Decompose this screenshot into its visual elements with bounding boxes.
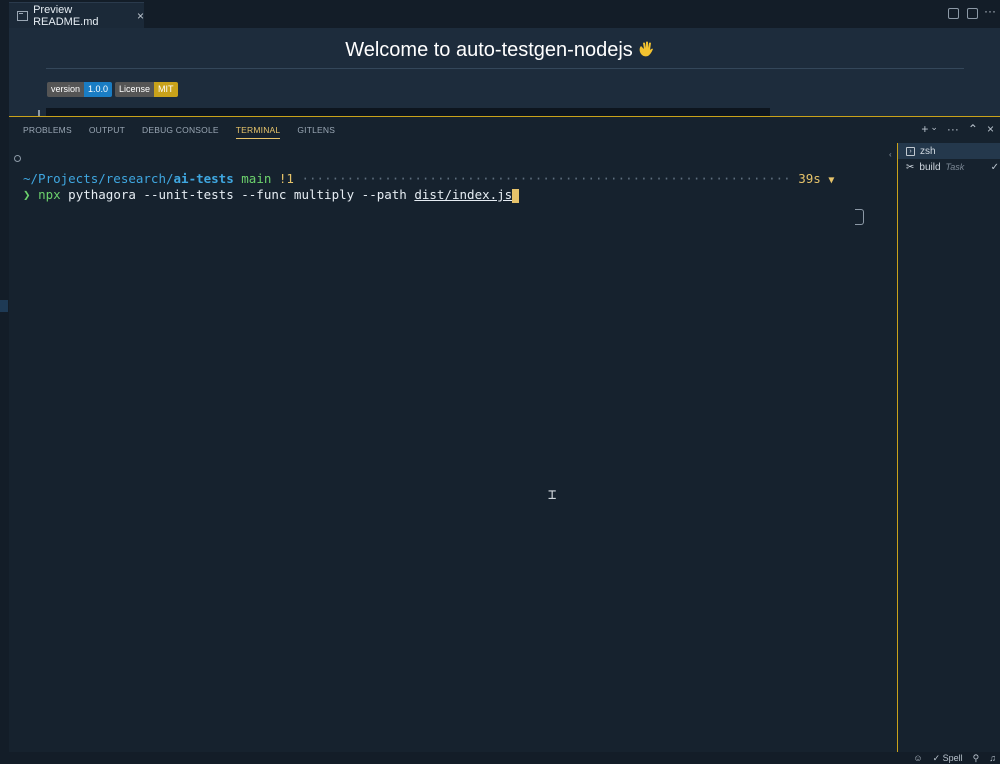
prompt-status-icon	[14, 155, 21, 162]
preview-heading: Welcome to auto-testgen-nodejs	[0, 38, 1000, 62]
code-block	[46, 108, 770, 116]
bell-icon[interactable]: ♫	[989, 753, 996, 763]
tools-icon: ✂	[906, 161, 915, 173]
prompt-filler: ········································…	[301, 171, 791, 186]
preview-icon	[17, 10, 29, 21]
more-icon[interactable]: ···	[947, 122, 959, 136]
terminal-item-zsh[interactable]: › zsh	[898, 143, 1000, 159]
command-duration: 39s	[798, 171, 821, 186]
new-terminal-icon[interactable]: +	[921, 122, 928, 136]
terminal-view[interactable]: ~/Projects/research/ai-tests main !1 ···…	[9, 147, 897, 751]
tab-terminal[interactable]: TERMINAL	[235, 125, 281, 139]
copilot-icon[interactable]: ☺	[913, 753, 922, 763]
badge-label: version	[47, 82, 85, 97]
close-panel-icon[interactable]: ×	[987, 122, 994, 136]
terminal-item-build[interactable]: ✂ build Task ✓	[898, 159, 1000, 175]
command-line[interactable]: ❯ npx pythagora --unit-tests --func mult…	[23, 187, 520, 203]
terminal-icon: ›	[906, 146, 915, 156]
command-npx: npx	[38, 187, 61, 202]
bottom-panel: PROBLEMS OUTPUT DEBUG CONSOLE TERMINAL G…	[9, 116, 1000, 753]
prompt-line: ~/Projects/research/ai-tests main !1 ···…	[23, 171, 873, 186]
collapse-icon[interactable]: ‹	[889, 150, 892, 159]
maximize-icon[interactable]: ⌃	[968, 122, 978, 136]
feedback-icon[interactable]: ⚲	[973, 753, 980, 764]
prompt-chevron: ❯	[23, 187, 31, 202]
panel-actions: + ⌄ ··· ⌃ ×	[921, 122, 994, 136]
terminal-list: ‹ › zsh ✂ build Task ✓	[889, 143, 1000, 753]
tab-output[interactable]: OUTPUT	[89, 125, 125, 139]
terminal-item-name: build	[919, 161, 941, 173]
terminal-cursor	[512, 188, 520, 203]
prompt-right-marker	[855, 209, 864, 225]
split-editor-icon[interactable]	[967, 8, 978, 19]
editor-tab-bar: Preview README.md × ···	[0, 0, 1000, 28]
badge-value: MIT	[154, 82, 178, 97]
git-status: !1	[278, 171, 294, 186]
license-badge[interactable]: License MIT	[115, 82, 178, 97]
tab-preview-readme[interactable]: Preview README.md ×	[9, 2, 144, 28]
badge-value: 1.0.0	[84, 82, 113, 97]
tab-gitlens[interactable]: GITLENS	[297, 125, 335, 139]
check-icon: ✓	[990, 161, 999, 173]
tab-debug-console[interactable]: DEBUG CONSOLE	[142, 125, 219, 139]
gutter-marker	[0, 300, 8, 312]
badge-label: License	[115, 82, 155, 97]
prompt-path: ~/Projects/research/	[23, 171, 174, 186]
text-cursor-icon: ⌶	[548, 487, 557, 503]
close-icon[interactable]: ×	[137, 9, 144, 23]
heading-divider	[46, 68, 964, 69]
terminal-item-sub: Task	[945, 162, 965, 172]
tab-title: Preview README.md	[33, 3, 99, 28]
tab-problems[interactable]: PROBLEMS	[23, 125, 72, 139]
command-args: pythagora --unit-tests --func multiply -…	[60, 187, 415, 202]
spell-status[interactable]: ✓ Spell	[933, 753, 963, 764]
prompt-dir: ai-tests	[173, 171, 234, 186]
activity-gutter	[0, 28, 9, 764]
open-source-icon[interactable]	[948, 8, 959, 19]
status-bar: ☺ ✓ Spell ⚲ ♫	[0, 752, 1000, 764]
duration-marker: ▼	[828, 175, 835, 186]
command-path: dist/index.js	[414, 187, 513, 202]
version-badge[interactable]: version 1.0.0	[47, 82, 113, 97]
more-actions-icon[interactable]: ···	[984, 4, 996, 18]
panel-tabs: PROBLEMS OUTPUT DEBUG CONSOLE TERMINAL G…	[23, 125, 352, 139]
waving-hand-icon	[637, 40, 655, 58]
git-branch: main	[241, 171, 272, 186]
terminal-dropdown-icon[interactable]: ⌄	[930, 122, 938, 136]
preview-heading-text: Welcome to auto-testgen-nodejs	[345, 39, 633, 61]
terminal-item-name: zsh	[920, 145, 936, 157]
